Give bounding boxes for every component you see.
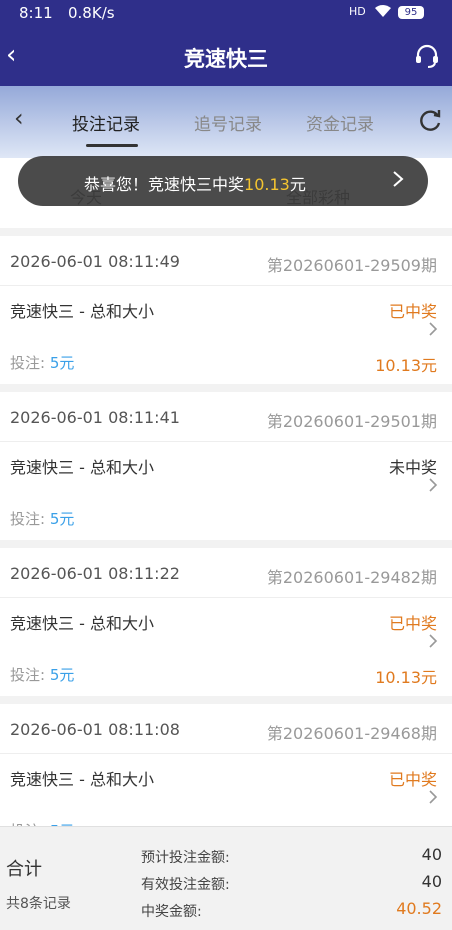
- title-bar: ‹ 竞速快三: [0, 28, 452, 86]
- toast-prefix: 恭喜您！竞速快三中奖: [84, 175, 245, 194]
- chevron-right-icon: [428, 632, 438, 655]
- record-bet: 投注: 5元: [10, 508, 74, 529]
- status-speed: 0.8K/s: [68, 4, 115, 22]
- record-date: 2026-06-01 08:11:41: [10, 408, 180, 427]
- record-date: 2026-06-01 08:11:08: [10, 720, 180, 739]
- refresh-icon[interactable]: [416, 106, 444, 134]
- chevron-right-icon: [428, 788, 438, 811]
- divider: [0, 597, 452, 598]
- record-date: 2026-06-01 08:11:22: [10, 564, 180, 583]
- record-status: 已中奖: [388, 614, 437, 633]
- record-issue: 第20260601-29482期: [266, 568, 437, 587]
- divider: [0, 441, 452, 442]
- expected-bet-label: 预计投注金额:: [141, 850, 230, 866]
- bet-amount: 5元: [49, 510, 75, 528]
- valid-bet-label: 有效投注金额:: [141, 877, 230, 893]
- divider: [0, 753, 452, 754]
- record-date: 2026-06-01 08:11:49: [10, 252, 180, 271]
- tab-back-icon[interactable]: ‹: [14, 104, 24, 132]
- signal-icon: HD: [349, 5, 366, 18]
- bet-label: 投注:: [10, 510, 50, 528]
- chevron-right-icon: [428, 320, 438, 343]
- tab-active-indicator: [86, 144, 138, 147]
- battery-icon: 95: [398, 6, 424, 19]
- record-issue: 第20260601-29468期: [266, 724, 437, 743]
- tab-fund-records[interactable]: 资金记录: [306, 110, 374, 135]
- record-game: 竞速快三 - 总和大小: [10, 458, 154, 477]
- record-prize: 10.13元: [375, 356, 437, 375]
- record-prize: 10.13元: [375, 668, 437, 687]
- chevron-right-icon: [428, 476, 438, 499]
- winning-amount-label: 中奖金额:: [141, 904, 202, 920]
- record-issue: 第20260601-29501期: [266, 412, 437, 431]
- summary-footer: 合计 共8条记录 预计投注金额: 40 有效投注金额: 40 中奖金额: 40.…: [0, 826, 452, 930]
- customer-service-icon[interactable]: [412, 42, 442, 72]
- bet-record-card[interactable]: 2026-06-01 08:11:22 第20260601-29482期 竞速快…: [0, 548, 452, 696]
- tab-bet-records[interactable]: 投注记录: [72, 110, 140, 135]
- record-game: 竞速快三 - 总和大小: [10, 770, 154, 789]
- tab-chase-records[interactable]: 追号记录: [194, 110, 262, 135]
- record-bet: 投注: 5元: [10, 664, 74, 685]
- valid-bet-value: 40: [421, 872, 442, 891]
- record-bet: 投注: 5元: [10, 352, 74, 373]
- record-status: 已中奖: [388, 770, 437, 789]
- bet-record-card[interactable]: 2026-06-01 08:11:41 第20260601-29501期 竞速快…: [0, 392, 452, 540]
- bet-label: 投注:: [10, 666, 50, 684]
- toast-amount: 10.13: [244, 175, 290, 194]
- record-status: 已中奖: [388, 302, 437, 321]
- win-notification-toast[interactable]: 恭喜您！竞速快三中奖10.13元: [18, 156, 428, 206]
- record-tabs: ‹ 投注记录 追号记录 资金记录: [0, 86, 452, 158]
- record-status: 未中奖: [388, 458, 437, 477]
- total-label: 合计: [6, 859, 42, 880]
- status-time: 8:11: [19, 4, 53, 22]
- toast-suffix: 元: [289, 175, 306, 194]
- toast-message: 恭喜您！竞速快三中奖10.13元: [84, 171, 306, 195]
- record-count: 共8条记录: [6, 896, 71, 912]
- expected-bet-value: 40: [421, 845, 442, 864]
- status-bar: 8:11 0.8K/s HD 95: [0, 0, 452, 28]
- wifi-icon: [374, 3, 392, 23]
- chevron-right-icon[interactable]: [392, 166, 404, 198]
- bet-amount: 5元: [49, 666, 75, 684]
- record-issue: 第20260601-29509期: [266, 256, 437, 275]
- bet-amount: 5元: [49, 354, 75, 372]
- bet-label: 投注:: [10, 354, 50, 372]
- page-title: 竞速快三: [184, 47, 268, 71]
- bet-record-card[interactable]: 2026-06-01 08:11:49 第20260601-29509期 竞速快…: [0, 236, 452, 384]
- record-game: 竞速快三 - 总和大小: [10, 302, 154, 321]
- divider: [0, 285, 452, 286]
- record-game: 竞速快三 - 总和大小: [10, 614, 154, 633]
- winning-amount-value: 40.52: [396, 899, 442, 918]
